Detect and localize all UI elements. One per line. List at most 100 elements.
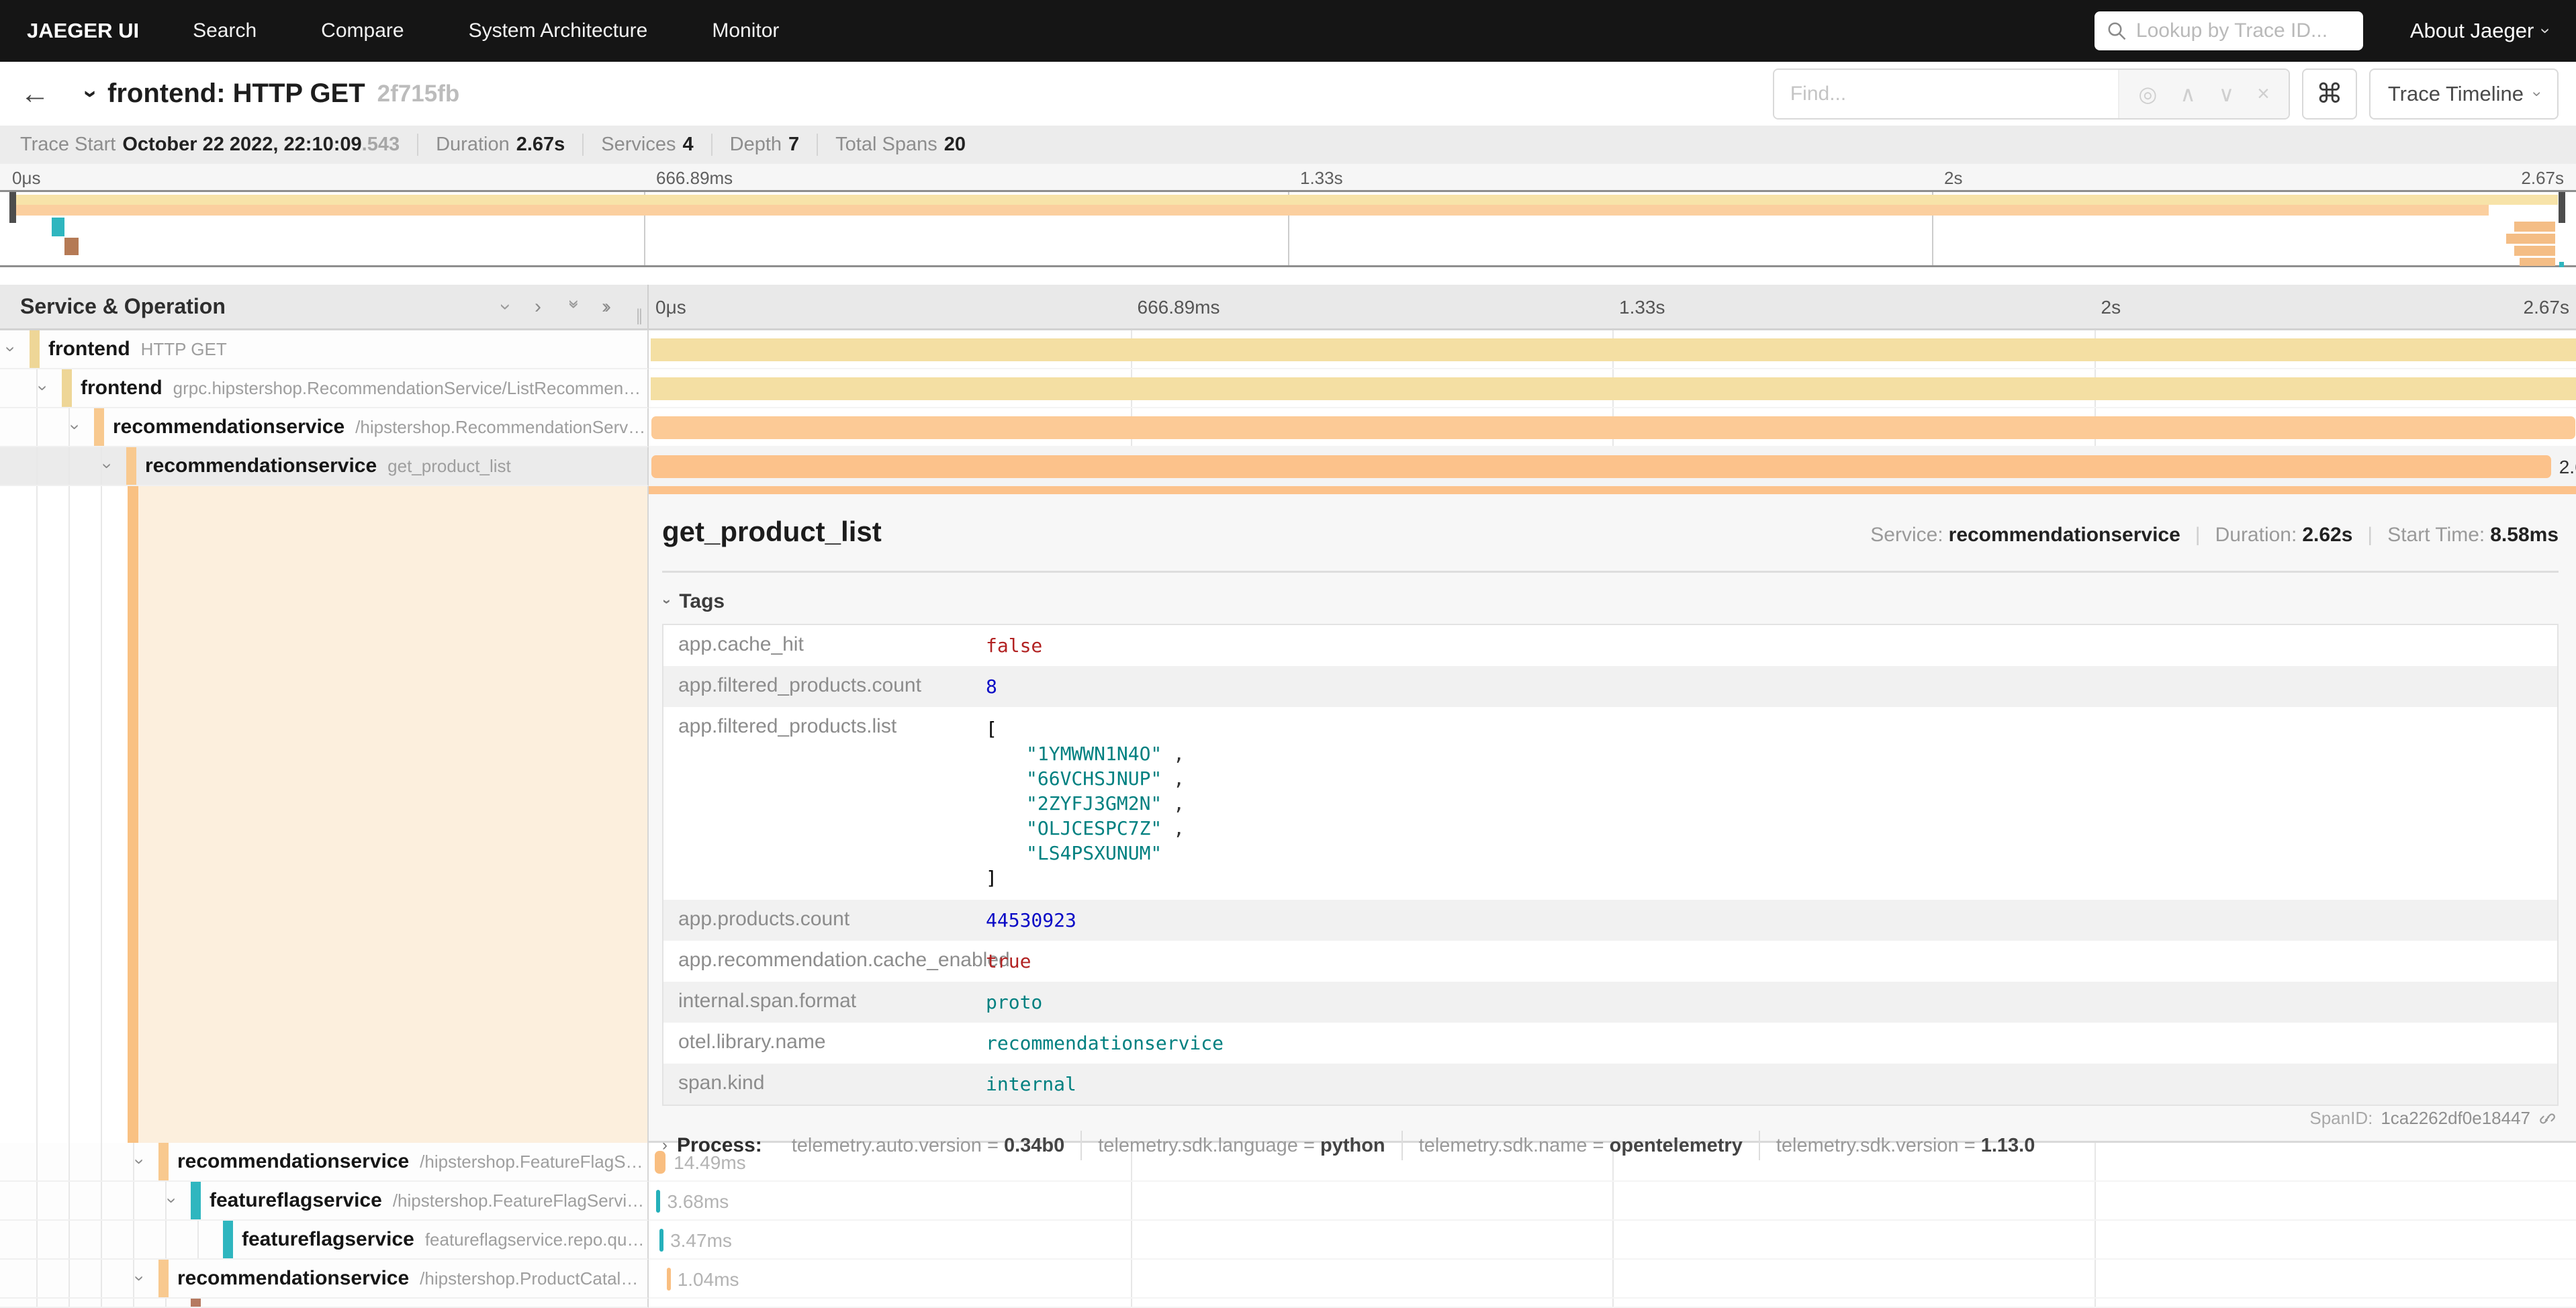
span-row-timeline-cell[interactable] xyxy=(649,330,2576,369)
tag-key: app.products.count xyxy=(663,900,986,939)
minimap-drag-handle-left[interactable] xyxy=(9,192,16,223)
span-service-name: recommendationservice xyxy=(177,1267,409,1290)
span-row-name-cell[interactable]: featureflagservicefeatureflagservice.rep… xyxy=(0,1221,649,1260)
tag-row[interactable]: internal.span.formatproto xyxy=(663,982,2557,1023)
find-next-icon[interactable]: ∨ xyxy=(2219,81,2234,107)
tag-value: ["1YMWWN1N4O" ,"66VCHSJNUP" ,"2ZYFJ3GM2N… xyxy=(986,707,1185,900)
expand-level-icon[interactable]: › xyxy=(535,295,541,318)
span-row-timeline-cell[interactable]: 1.04ms xyxy=(649,1260,2576,1299)
nav-item-monitor[interactable]: Monitor xyxy=(712,19,779,42)
span-toggle-chevron-icon[interactable]: › xyxy=(34,385,52,391)
span-row[interactable]: featureflagservicefeatureflagservice.rep… xyxy=(0,1221,2576,1260)
span-duration-bar[interactable] xyxy=(651,377,2576,400)
span-row[interactable]: ›recommendationservice/hipstershop.Recom… xyxy=(0,408,2576,447)
process-tags: telemetry.auto.version = 0.34b0telemetry… xyxy=(776,1135,2052,1157)
service-operation-header: Service & Operation › › ›› ›› ∥ xyxy=(0,285,649,328)
about-jaeger-menu[interactable]: About Jaeger › xyxy=(2410,19,2549,43)
span-row-timeline-cell[interactable]: 2.62s xyxy=(649,447,2576,486)
span-row-timeline-cell[interactable]: 3.47ms xyxy=(649,1221,2576,1260)
find-prev-icon[interactable]: ∧ xyxy=(2180,81,2195,107)
trace-collapse-chevron-icon[interactable]: › xyxy=(79,90,103,98)
span-row-name-cell[interactable]: ›recommendationserviceget_product_list xyxy=(0,447,649,486)
span-toggle-chevron-icon[interactable]: › xyxy=(99,463,116,469)
span-color-accent xyxy=(94,408,104,446)
link-icon[interactable] xyxy=(2538,1110,2556,1127)
trace-title: frontend: HTTP GET xyxy=(107,79,365,109)
tags-section-toggle[interactable]: › Tags xyxy=(665,590,2559,613)
tag-row[interactable]: app.cache_hitfalse xyxy=(663,625,2557,666)
span-duration-bar[interactable] xyxy=(667,1268,671,1291)
minimap-canvas[interactable] xyxy=(0,190,2576,267)
tag-row[interactable]: app.filtered_products.list["1YMWWN1N4O" … xyxy=(663,707,2557,900)
nav-item-search[interactable]: Search xyxy=(193,19,257,42)
process-row[interactable]: › Process: telemetry.auto.version = 0.34… xyxy=(662,1134,2559,1157)
tag-row[interactable]: app.products.count44530923 xyxy=(663,900,2557,941)
tag-key: span.kind xyxy=(663,1064,986,1103)
app-brand[interactable]: JAEGER UI xyxy=(27,19,139,43)
span-toggle-chevron-icon[interactable]: › xyxy=(2,346,19,353)
span-row-timeline-cell[interactable] xyxy=(649,1299,2576,1308)
chevron-down-icon: › xyxy=(2538,28,2555,34)
minimap-span-bar xyxy=(52,218,64,236)
span-toggle-chevron-icon[interactable]: › xyxy=(131,1276,148,1282)
span-row-timeline-cell[interactable] xyxy=(649,408,2576,447)
locate-icon[interactable]: ◎ xyxy=(2138,81,2157,107)
trace-id-search[interactable] xyxy=(2095,11,2363,50)
column-resizer-handle[interactable]: ∥ xyxy=(635,306,643,326)
find-input[interactable] xyxy=(1774,70,2119,118)
tag-row[interactable]: otel.library.namerecommendationservice xyxy=(663,1023,2557,1064)
back-arrow-button[interactable]: ← xyxy=(20,77,67,111)
span-duration-bar[interactable] xyxy=(651,338,2576,361)
span-row-name-cell[interactable]: ›frontendHTTP GET xyxy=(0,330,649,369)
span-duration-label: 2.62s xyxy=(2559,457,2576,478)
span-toggle-chevron-icon[interactable]: › xyxy=(163,1198,181,1204)
nav-item-compare[interactable]: Compare xyxy=(321,19,404,42)
list-item: "OLJCESPC7Z" , xyxy=(986,816,1185,841)
span-row[interactable]: ›frontendHTTP GET xyxy=(0,330,2576,369)
span-row[interactable] xyxy=(0,1299,2576,1308)
span-operation-name: HTTP GET xyxy=(141,339,227,360)
collapse-deep-icon[interactable]: ›› xyxy=(561,302,584,312)
span-toggle-chevron-icon[interactable]: › xyxy=(66,424,84,430)
span-row[interactable]: ›featureflagservice/hipstershop.FeatureF… xyxy=(0,1182,2576,1221)
tag-row[interactable]: span.kindinternal xyxy=(663,1064,2557,1105)
timeline-header-row: Service & Operation › › ›› ›› ∥ 0μs666.8… xyxy=(0,285,2576,330)
span-service-name: recommendationservice xyxy=(177,1150,409,1173)
tag-key: otel.library.name xyxy=(663,1023,986,1062)
process-tag-value: 0.34b0 xyxy=(1004,1135,1064,1156)
trace-id-search-input[interactable] xyxy=(2136,19,2351,42)
span-row[interactable]: ›recommendationserviceget_product_list 2.… xyxy=(0,447,2576,486)
tag-value: proto xyxy=(986,982,1042,1023)
span-toggle-chevron-icon[interactable]: › xyxy=(131,1159,148,1165)
span-row-name-cell[interactable]: ›recommendationservice/hipstershop.Featu… xyxy=(0,1143,649,1182)
span-row[interactable]: ›recommendationservice/hipstershop.Produ… xyxy=(0,1260,2576,1299)
summary-label: Total Spans xyxy=(835,134,937,155)
find-clear-icon[interactable]: × xyxy=(2257,81,2270,106)
expand-all-icon[interactable]: ›› xyxy=(604,295,614,318)
minimap-span-bar xyxy=(64,238,79,255)
span-duration-bar[interactable] xyxy=(659,1229,663,1252)
tag-row[interactable]: app.recommendation.cache_enabledtrue xyxy=(663,941,2557,982)
view-select-button[interactable]: Trace Timeline › xyxy=(2369,68,2559,120)
nav-item-system-architecture[interactable]: System Architecture xyxy=(469,19,648,42)
span-row-name-cell[interactable]: ›frontendgrpc.hipstershop.Recommendation… xyxy=(0,369,649,408)
tag-row[interactable]: app.filtered_products.count8 xyxy=(663,666,2557,707)
minimap-drag-handle-right[interactable] xyxy=(2559,192,2565,223)
span-duration-bar[interactable] xyxy=(651,455,2550,478)
span-row-name-cell[interactable]: ›recommendationservice/hipstershop.Produ… xyxy=(0,1260,649,1299)
span-duration-bar[interactable] xyxy=(651,416,2575,439)
divider: | xyxy=(2195,524,2201,547)
span-duration-bar[interactable] xyxy=(656,1190,660,1213)
span-row-name-cell[interactable] xyxy=(0,1299,649,1308)
top-navbar: JAEGER UI Search Compare System Architectu… xyxy=(0,0,2576,62)
chevron-down-icon: › xyxy=(2529,91,2545,97)
span-operation-name: /hipstershop.RecommendationService/Lis… xyxy=(355,417,647,438)
span-row[interactable]: ›frontendgrpc.hipstershop.Recommendation… xyxy=(0,369,2576,408)
span-row-name-cell[interactable]: ›featureflagservice/hipstershop.FeatureF… xyxy=(0,1182,649,1221)
span-row-timeline-cell[interactable] xyxy=(649,369,2576,408)
collapse-all-icon[interactable]: › xyxy=(493,303,516,310)
span-operation-name: featureflagservice.repo.query:fe… xyxy=(425,1229,647,1250)
span-row-name-cell[interactable]: ›recommendationservice/hipstershop.Recom… xyxy=(0,408,649,447)
span-row-timeline-cell[interactable]: 3.68ms xyxy=(649,1182,2576,1221)
keyboard-shortcuts-button[interactable]: ⌘ xyxy=(2302,68,2357,120)
